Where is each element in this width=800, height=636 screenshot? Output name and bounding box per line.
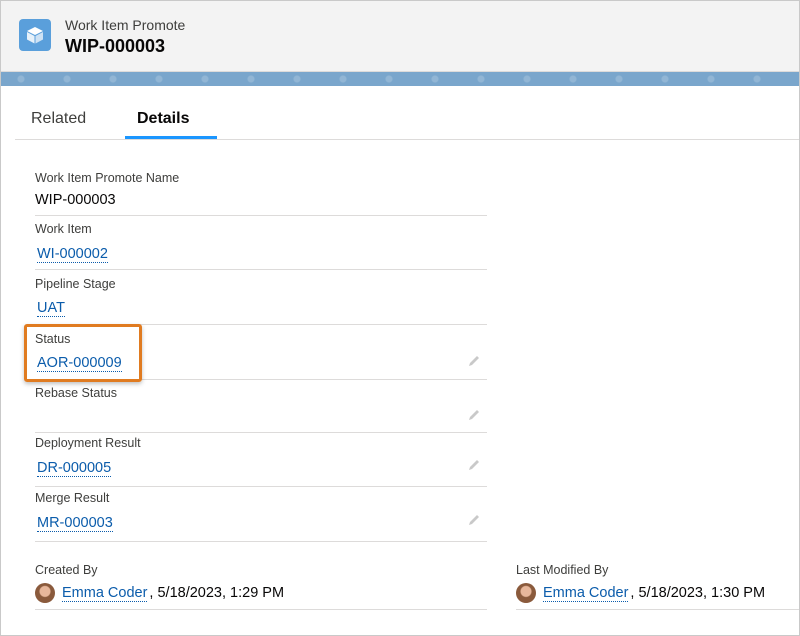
field-pipeline-stage: Pipeline Stage UAT (35, 277, 487, 325)
deployment-result-link[interactable]: DR-000005 (37, 460, 112, 477)
created-by-row: Emma Coder , 5/18/2023, 1:29 PM (35, 583, 284, 603)
work-item-link[interactable]: WI-000002 (37, 246, 108, 263)
record-page: Work Item Promote WIP-000003 Related Det… (0, 0, 800, 636)
field-label: Work Item (35, 222, 92, 236)
field-label: Work Item Promote Name (35, 171, 180, 185)
pencil-icon[interactable] (467, 458, 481, 472)
created-date: , 5/18/2023, 1:29 PM (149, 585, 285, 601)
record-title: WIP-000003 (65, 36, 166, 56)
field-work-item: Work Item WI-000002 (35, 222, 487, 270)
last-modified-user-link[interactable]: Emma Coder (543, 585, 629, 602)
tab-bar: Related Details (15, 101, 799, 140)
cube-icon (19, 19, 51, 51)
last-modified-date: , 5/18/2023, 1:30 PM (630, 585, 766, 601)
field-rebase-status: Rebase Status (35, 386, 487, 433)
field-label: Pipeline Stage (35, 277, 116, 291)
field-label: Created By (35, 563, 98, 577)
field-deployment-result: Deployment Result DR-000005 (35, 436, 487, 487)
avatar (516, 583, 536, 603)
field-label: Rebase Status (35, 386, 117, 400)
pencil-icon[interactable] (467, 513, 481, 527)
field-status: Status AOR-000009 (35, 332, 487, 380)
avatar (35, 583, 55, 603)
field-label: Merge Result (35, 491, 110, 505)
field-label: Deployment Result (35, 436, 141, 450)
pipeline-stage-link[interactable]: UAT (37, 300, 65, 317)
record-header: Work Item Promote WIP-000003 (1, 1, 799, 72)
status-link[interactable]: AOR-000009 (37, 355, 122, 372)
tab-related[interactable]: Related (31, 110, 86, 128)
field-merge-result: Merge Result MR-000003 (35, 491, 487, 542)
field-created-by: Created By Emma Coder , 5/18/2023, 1:29 … (35, 561, 487, 610)
last-modified-by-row: Emma Coder , 5/18/2023, 1:30 PM (516, 583, 765, 603)
field-label: Status (35, 332, 71, 346)
field-last-modified-by: Last Modified By Emma Coder , 5/18/2023,… (516, 561, 799, 610)
created-by-user-link[interactable]: Emma Coder (62, 585, 148, 602)
tab-details[interactable]: Details (137, 110, 189, 128)
merge-result-link[interactable]: MR-000003 (37, 515, 113, 532)
header-decorative-band (1, 72, 799, 86)
pencil-icon[interactable] (467, 354, 481, 368)
field-name: Work Item Promote Name WIP-000003 (35, 171, 487, 216)
active-tab-indicator (125, 136, 217, 139)
field-value: WIP-000003 (35, 192, 116, 208)
object-type-label: Work Item Promote (65, 17, 186, 33)
field-label: Last Modified By (516, 563, 609, 577)
pencil-icon[interactable] (467, 408, 481, 422)
